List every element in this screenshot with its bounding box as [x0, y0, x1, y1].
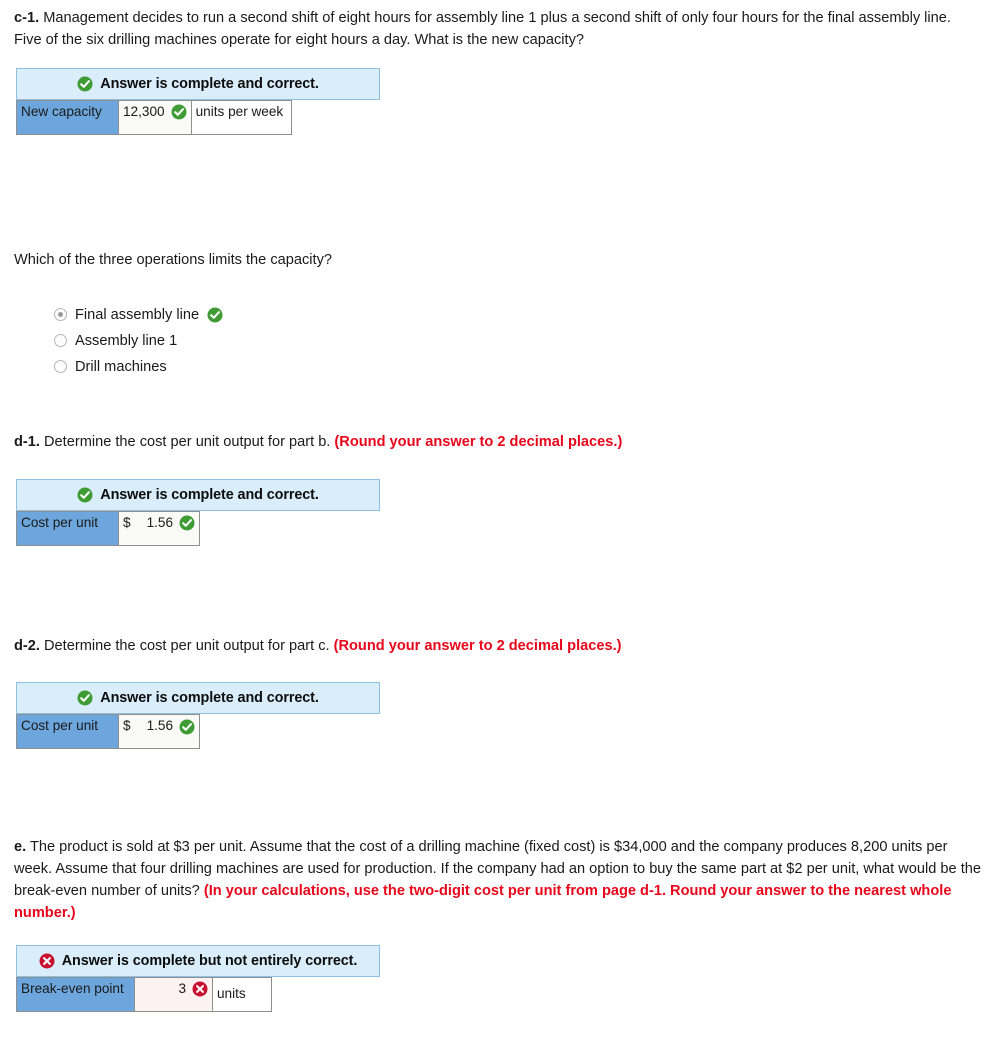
answer-banner-d2: Answer is complete and correct. — [16, 682, 380, 715]
assignment-page: c-1. Management decides to run a second … — [0, 0, 996, 1013]
question-c1-body: Management decides to run a second shift… — [14, 10, 951, 48]
row-header-break-even-point: Break-even point — [16, 977, 135, 1013]
answer-banner-d2-text: Answer is complete and correct. — [100, 690, 319, 707]
answer-banner-d1: Answer is complete and correct. — [16, 478, 380, 511]
question-e-text: e. The product is sold at $3 per unit. A… — [14, 837, 982, 925]
currency-prefix: $ — [123, 514, 131, 530]
answer-table-e: Break-even point 3 units — [16, 977, 272, 1013]
answer-cell-cost-per-unit[interactable]: $ 1.56 — [117, 714, 201, 750]
question-d2-body: Determine the cost per unit output for p… — [39, 637, 334, 654]
question-d2-label: d-2. — [14, 637, 40, 654]
answer-banner-c1: Answer is complete and correct. — [16, 67, 380, 100]
question-d2-text: d-2. Determine the cost per unit output … — [14, 636, 982, 658]
answer-table-d1: Cost per unit $ 1.56 — [16, 510, 201, 546]
option-label: Final assembly line — [75, 306, 200, 323]
option-assembly-line-1[interactable]: Assembly line 1 — [54, 328, 982, 354]
answer-value-cost-per-unit: 1.56 — [146, 718, 174, 734]
table-row: New capacity 12,300 units per week — [16, 99, 292, 135]
answer-banner-e: Answer is complete but not entirely corr… — [16, 945, 380, 978]
question-c1b-text: Which of the three operations limits the… — [14, 251, 332, 268]
option-final-assembly-line[interactable]: Final assembly line — [54, 302, 982, 328]
answer-table-d2: Cost per unit $ 1.56 — [16, 714, 201, 750]
x-circle-icon — [39, 953, 55, 969]
answer-unit-new-capacity: units per week — [190, 99, 292, 135]
radio-button-icon[interactable] — [54, 360, 67, 374]
answer-unit-break-even-point: units — [212, 977, 272, 1013]
check-circle-icon — [207, 307, 223, 323]
check-circle-icon — [77, 76, 93, 92]
answer-cell-new-capacity[interactable]: 12,300 — [118, 99, 192, 135]
option-drill-machines[interactable]: Drill machines — [54, 354, 982, 380]
options-group-limiting-operation: Final assembly line Assembly line 1 Dril… — [54, 302, 982, 380]
answer-banner-d1-text: Answer is complete and correct. — [100, 486, 319, 503]
answer-banner-c1-text: Answer is complete and correct. — [100, 75, 319, 92]
answer-cell-break-even-point[interactable]: 3 — [134, 977, 213, 1013]
x-circle-icon — [192, 981, 208, 997]
row-header-cost-per-unit: Cost per unit — [16, 714, 119, 750]
check-circle-icon — [171, 104, 187, 120]
answer-cell-cost-per-unit[interactable]: $ 1.56 — [117, 510, 201, 546]
question-d1-text: d-1. Determine the cost per unit output … — [14, 432, 982, 454]
row-header-cost-per-unit: Cost per unit — [16, 510, 119, 546]
option-label: Assembly line 1 — [75, 332, 178, 349]
option-label: Drill machines — [75, 358, 167, 375]
check-circle-icon — [179, 515, 195, 531]
question-c1-label: c-1. — [14, 10, 40, 26]
question-e-label: e. — [14, 839, 27, 856]
currency-prefix: $ — [123, 718, 131, 734]
table-row: Cost per unit $ 1.56 — [16, 510, 201, 546]
radio-button-icon[interactable] — [54, 334, 67, 348]
answer-value-break-even-point: 3 — [178, 981, 186, 997]
question-d2-note: (Round your answer to 2 decimal places.) — [333, 637, 622, 654]
question-c1-text: c-1. Management decides to run a second … — [14, 8, 982, 52]
question-d1-body: Determine the cost per unit output for p… — [39, 433, 335, 450]
answer-value-new-capacity: 12,300 — [123, 103, 165, 119]
check-circle-icon — [77, 690, 93, 706]
table-row: Break-even point 3 units — [16, 977, 272, 1013]
answer-value-cost-per-unit: 1.56 — [146, 514, 174, 530]
check-circle-icon — [179, 719, 195, 735]
question-d1-label: d-1. — [14, 433, 40, 450]
table-row: Cost per unit $ 1.56 — [16, 714, 201, 750]
answer-table-c1: New capacity 12,300 units per week — [16, 99, 292, 135]
radio-button-icon[interactable] — [54, 308, 67, 322]
check-circle-icon — [77, 487, 93, 503]
answer-banner-e-text: Answer is complete but not entirely corr… — [61, 953, 358, 970]
row-header-new-capacity: New capacity — [16, 99, 119, 135]
question-d1-note: (Round your answer to 2 decimal places.) — [334, 433, 623, 450]
